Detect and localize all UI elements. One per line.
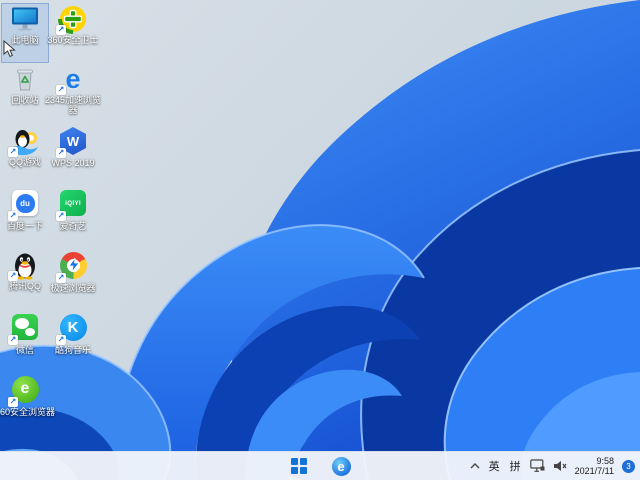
desktop-icon-360-browser[interactable]: e ↗ 360安全浏览器: [0, 374, 55, 432]
qq-penguin-icon: ↗: [8, 250, 40, 281]
shortcut-arrow-icon: ↗: [56, 211, 66, 221]
volume-muted-icon[interactable]: [553, 460, 567, 472]
shortcut-arrow-icon: ↗: [8, 147, 18, 157]
baidu-paw-icon: du ↗: [8, 190, 40, 221]
blue-e-browser-icon: e ↗: [56, 63, 81, 95]
desktop-icon-qq-games[interactable]: ↗ QQ游戏: [2, 126, 48, 184]
desktop-icon-wps-2019[interactable]: W ↗ WPS 2019: [50, 126, 96, 184]
clock[interactable]: 9:58 2021/7/11: [575, 456, 614, 476]
this-pc-icon: [10, 4, 40, 34]
shortcut-arrow-icon: ↗: [8, 335, 18, 345]
taskbar: e 英 拼 9:58 2021/7/11 3: [0, 451, 640, 480]
desktop-icon-speed-browser[interactable]: ↗ 极速浏览器: [50, 250, 96, 308]
wechat-bubbles-icon: ↗: [8, 314, 40, 345]
edge-icon: e: [331, 456, 351, 476]
desktop-icon-360-safety-guard[interactable]: ↗ 360安全卫士: [47, 4, 99, 62]
shortcut-arrow-icon: ↗: [56, 148, 66, 158]
recycle-bin-icon: [10, 64, 40, 94]
hidden-icons-chevron[interactable]: [470, 462, 480, 470]
shortcut-arrow-icon: ↗: [56, 272, 66, 283]
icon-label: 360安全浏览器: [0, 406, 56, 417]
system-tray: 英 拼 9:58 2021/7/11 3: [470, 452, 635, 480]
iqiyi-icon: iQIYI ↗: [56, 190, 88, 221]
desktop-icon-2345-browser[interactable]: e ↗ 2345加速浏览器: [45, 63, 101, 122]
desktop-icon-iqiyi[interactable]: iQIYI ↗ 爱奇艺: [50, 188, 96, 246]
icon-label: 爱奇艺: [59, 221, 87, 231]
desktop[interactable]: 此电脑 ↗ 360安全卫士 回收站 e ↗ 2345加速浏览器 ↗ QQ游戏 W…: [0, 0, 640, 480]
icon-label: 360安全卫士: [47, 35, 99, 45]
clock-time: 9:58: [596, 456, 614, 466]
green-e-browser-icon: e ↗: [8, 375, 40, 407]
windows-logo-icon: [291, 458, 307, 474]
edge-browser-button[interactable]: e: [328, 454, 354, 478]
language-indicator-en[interactable]: 英: [488, 458, 501, 474]
notification-badge[interactable]: 3: [622, 459, 635, 473]
icon-label: WPS 2019: [51, 158, 95, 168]
chrome-lightning-icon: ↗: [56, 251, 88, 283]
mouse-cursor: [3, 40, 16, 58]
shortcut-arrow-icon: ↗: [56, 25, 66, 35]
kugou-k-icon: K ↗: [56, 313, 88, 345]
shortcut-arrow-icon: ↗: [8, 271, 18, 281]
desktop-icon-tencent-qq[interactable]: ↗ 腾讯QQ: [2, 250, 48, 308]
desktop-icon-baidu[interactable]: du ↗ 百度一下: [2, 188, 48, 246]
desktop-icon-wechat[interactable]: ↗ 微信: [2, 312, 48, 370]
windows11-bloom-wallpaper: [0, 0, 640, 480]
desktop-icon-kugou-music[interactable]: K ↗ 酷狗音乐: [50, 312, 96, 370]
icon-label: 2345加速浏览器: [44, 95, 102, 115]
network-icon[interactable]: [529, 459, 545, 473]
penguin-surf-icon: ↗: [8, 126, 40, 157]
wps-hexagon-icon: W ↗: [56, 127, 88, 158]
shortcut-arrow-icon: ↗: [8, 396, 18, 407]
shield-plus-icon: ↗: [56, 4, 88, 35]
shortcut-arrow-icon: ↗: [56, 85, 66, 95]
start-button[interactable]: [286, 454, 312, 478]
ime-indicator-pinyin[interactable]: 拼: [509, 458, 522, 474]
shortcut-arrow-icon: ↗: [56, 334, 66, 345]
icon-label: 极速浏览器: [50, 282, 96, 293]
icon-label: 酷狗音乐: [54, 344, 91, 355]
shortcut-arrow-icon: ↗: [8, 211, 18, 221]
clock-date: 2021/7/11: [574, 466, 614, 476]
